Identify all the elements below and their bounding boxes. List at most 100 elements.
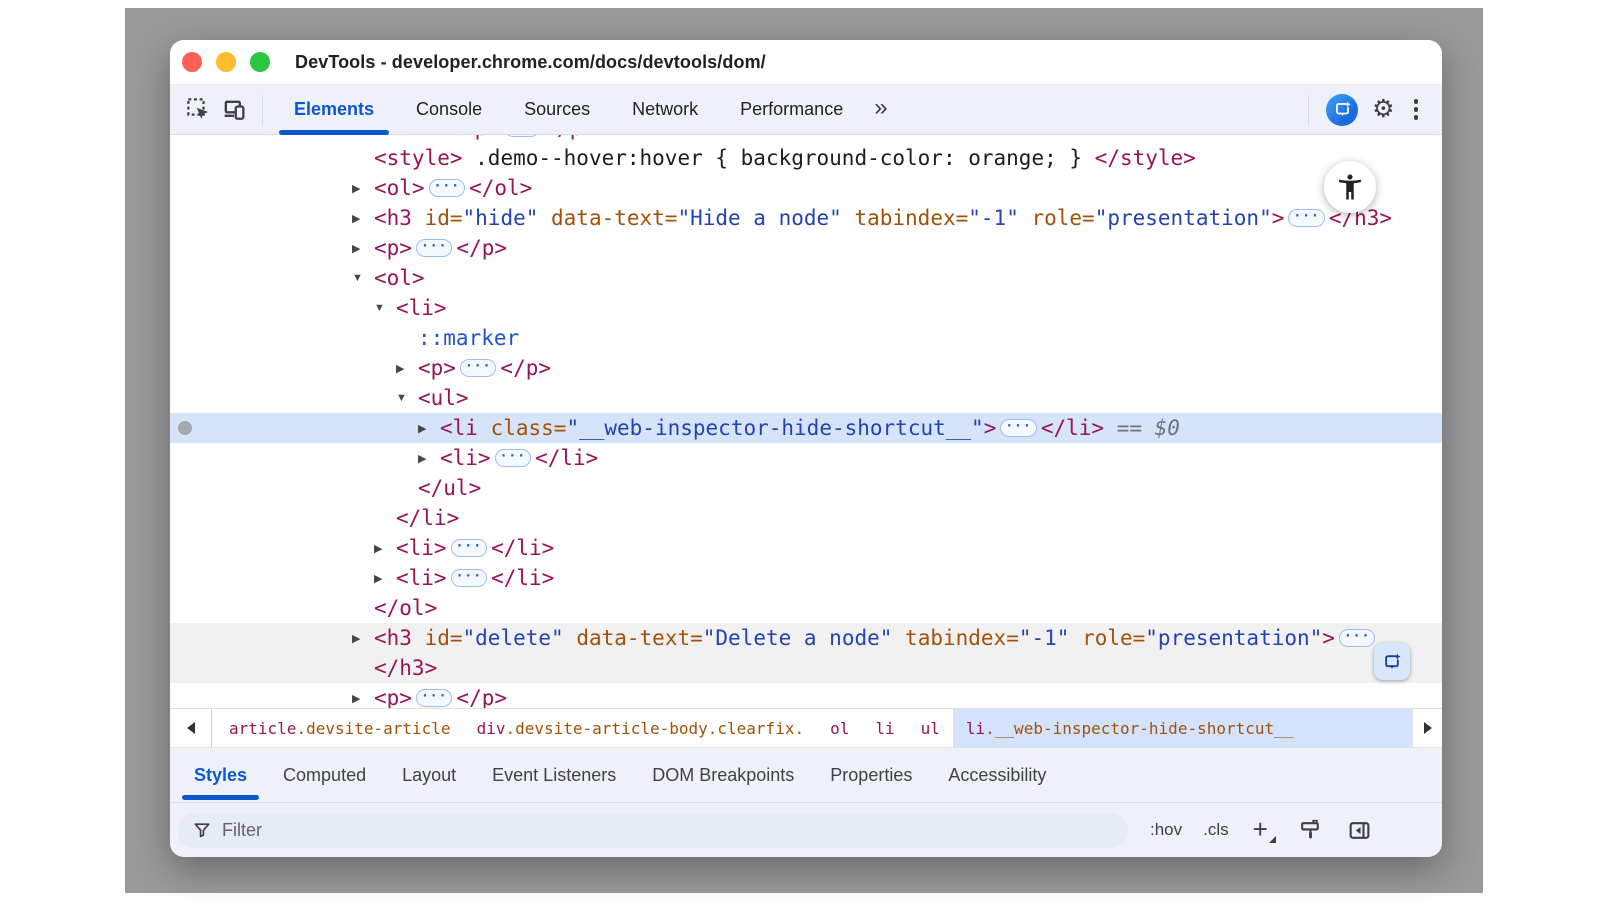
tab-layout[interactable]: Layout [384,748,474,802]
dom-row[interactable]: ▶<li>···</li> [170,443,1442,473]
device-toolbar-icon[interactable] [216,92,252,128]
expand-arrow-icon[interactable]: ▶ [418,452,440,465]
expand-arrow-icon[interactable]: ▶ [374,542,396,555]
code-attr: tabindex= [892,626,1018,650]
ai-assistance-icon[interactable] [1326,94,1358,126]
code-val: "-1" [968,206,1019,230]
dom-row[interactable]: </ol> [170,593,1442,623]
code-val: "Hide a node" [677,206,841,230]
expand-arrow-icon[interactable]: ▶ [374,572,396,585]
expand-inline-icon[interactable]: ··· [451,569,487,587]
dom-row[interactable]: </ul> [170,473,1442,503]
expand-inline-icon[interactable]: ··· [1288,209,1324,227]
breadcrumb-scroll-right-button[interactable] [1412,709,1442,747]
dom-row[interactable]: ▶<li>···</li> [170,563,1442,593]
close-window-button[interactable] [182,52,202,72]
expand-inline-icon[interactable]: ··· [451,539,487,557]
expand-arrow-icon[interactable]: ▶ [352,692,374,705]
expand-inline-icon[interactable]: ··· [504,135,540,137]
dom-row[interactable]: ▶<li class="__web-inspector-hide-shortcu… [170,413,1442,443]
inspect-element-icon[interactable] [180,92,216,128]
dom-row[interactable]: <style> .demo--hover:hover { background-… [170,143,1442,173]
filter-input-container[interactable] [178,813,1128,848]
dom-row[interactable]: ::marker [170,323,1442,353]
expand-inline-icon[interactable]: ··· [429,179,465,197]
minimize-window-button[interactable] [216,52,236,72]
expand-inline-icon[interactable]: ··· [1000,419,1036,437]
settings-gear-icon[interactable]: ⚙ [1372,97,1394,122]
tab-elements[interactable]: Elements [273,85,395,135]
code-note: == $0 [1104,416,1180,440]
dom-row[interactable]: ▶<h3 id="delete" data-text="Delete a nod… [170,623,1442,653]
collapse-arrow-icon[interactable]: ▼ [374,302,396,314]
expand-inline-icon[interactable]: ··· [416,689,452,707]
dom-row[interactable]: ▼<li> [170,293,1442,323]
tab-performance[interactable]: Performance [719,85,864,135]
filter-toggles: :hov .cls [1150,820,1229,840]
dom-row[interactable]: </h3> [170,653,1442,683]
tab-sources[interactable]: Sources [503,85,611,135]
expand-inline-icon[interactable]: ··· [1339,629,1375,647]
breadcrumb-item[interactable]: li.__web-inspector-hide-shortcut__ [953,709,1412,747]
expand-arrow-icon[interactable]: ▶ [418,422,440,435]
expand-arrow-icon[interactable]: ▶ [396,362,418,375]
dom-row[interactable]: ▶<h3 id="hide" data-text="Hide a node" t… [170,203,1442,233]
code-pseudo: ::marker [418,326,519,350]
code-attr: id= [412,206,463,230]
expand-arrow-icon[interactable]: ▶ [352,212,374,225]
dom-row[interactable]: ▶<p>···</p> [170,135,1442,143]
more-tabs-icon[interactable]: » [864,94,897,122]
styles-filter-bar: :hov .cls + [170,802,1442,857]
expand-arrow-icon[interactable]: ▶ [352,632,374,645]
dom-row[interactable]: ▶<p>···</p> [170,353,1442,383]
crumb-tag: div [477,719,506,738]
tab-accessibility[interactable]: Accessibility [930,748,1064,802]
dom-row[interactable]: ▶<p>···</p> [170,233,1442,263]
tab-computed[interactable]: Computed [265,748,384,802]
code-tag: > [1322,626,1335,650]
expand-arrow-icon[interactable]: ▶ [352,242,374,255]
new-style-rule-button[interactable]: + [1253,816,1274,842]
code-tag: </li> [491,536,554,560]
breadcrumb-item[interactable]: ol [817,709,862,747]
customize-menu-icon[interactable] [1404,99,1429,120]
toggle-hov[interactable]: :hov [1150,820,1182,840]
code-tag: </p> [544,135,595,140]
tab-network[interactable]: Network [611,85,719,135]
devtools-window: DevTools - developer.chrome.com/docs/dev… [170,40,1442,857]
tab-dom-breakpoints[interactable]: DOM Breakpoints [634,748,812,802]
dom-row[interactable]: </li> [170,503,1442,533]
toggle-sidebar-icon[interactable] [1347,818,1372,843]
collapse-arrow-icon[interactable]: ▼ [352,272,374,284]
breadcrumb-scroll-left-button[interactable] [170,709,212,747]
breadcrumb-item[interactable]: li [862,709,907,747]
tab-properties[interactable]: Properties [812,748,930,802]
toggle-cls[interactable]: .cls [1203,820,1229,840]
code-tag: > [1272,206,1285,230]
rendering-brush-icon[interactable] [1298,818,1323,843]
collapse-arrow-icon[interactable]: ▼ [396,392,418,404]
tab-event-listeners[interactable]: Event Listeners [474,748,634,802]
maximize-window-button[interactable] [250,52,270,72]
expand-inline-icon[interactable]: ··· [495,449,531,467]
tab-console[interactable]: Console [395,85,503,135]
filter-input[interactable] [222,820,1116,841]
code-tag: </p> [500,356,551,380]
expand-arrow-icon[interactable]: ▶ [352,182,374,195]
ask-ai-chip-button[interactable] [1374,643,1410,680]
code-attr: role= [1069,626,1145,650]
breadcrumb-item[interactable]: article.devsite-article [216,709,464,747]
code-tag: </li> [535,446,598,470]
dom-row[interactable]: ▶<p>···</p> [170,683,1442,708]
dom-row[interactable]: ▶<ol>···</ol> [170,173,1442,203]
expand-inline-icon[interactable]: ··· [416,239,452,257]
tab-styles[interactable]: Styles [176,748,265,802]
dom-row[interactable]: ▼<ul> [170,383,1442,413]
breadcrumb-item[interactable]: ul [908,709,953,747]
dom-row[interactable]: ▼<ol> [170,263,1442,293]
code-tag: <li> [396,296,447,320]
expand-inline-icon[interactable]: ··· [460,359,496,377]
breadcrumb-item[interactable]: div.devsite-article-body.clearfix. [464,709,818,747]
dom-row[interactable]: ▶<li>···</li> [170,533,1442,563]
accessibility-overlay-button[interactable] [1324,161,1376,213]
